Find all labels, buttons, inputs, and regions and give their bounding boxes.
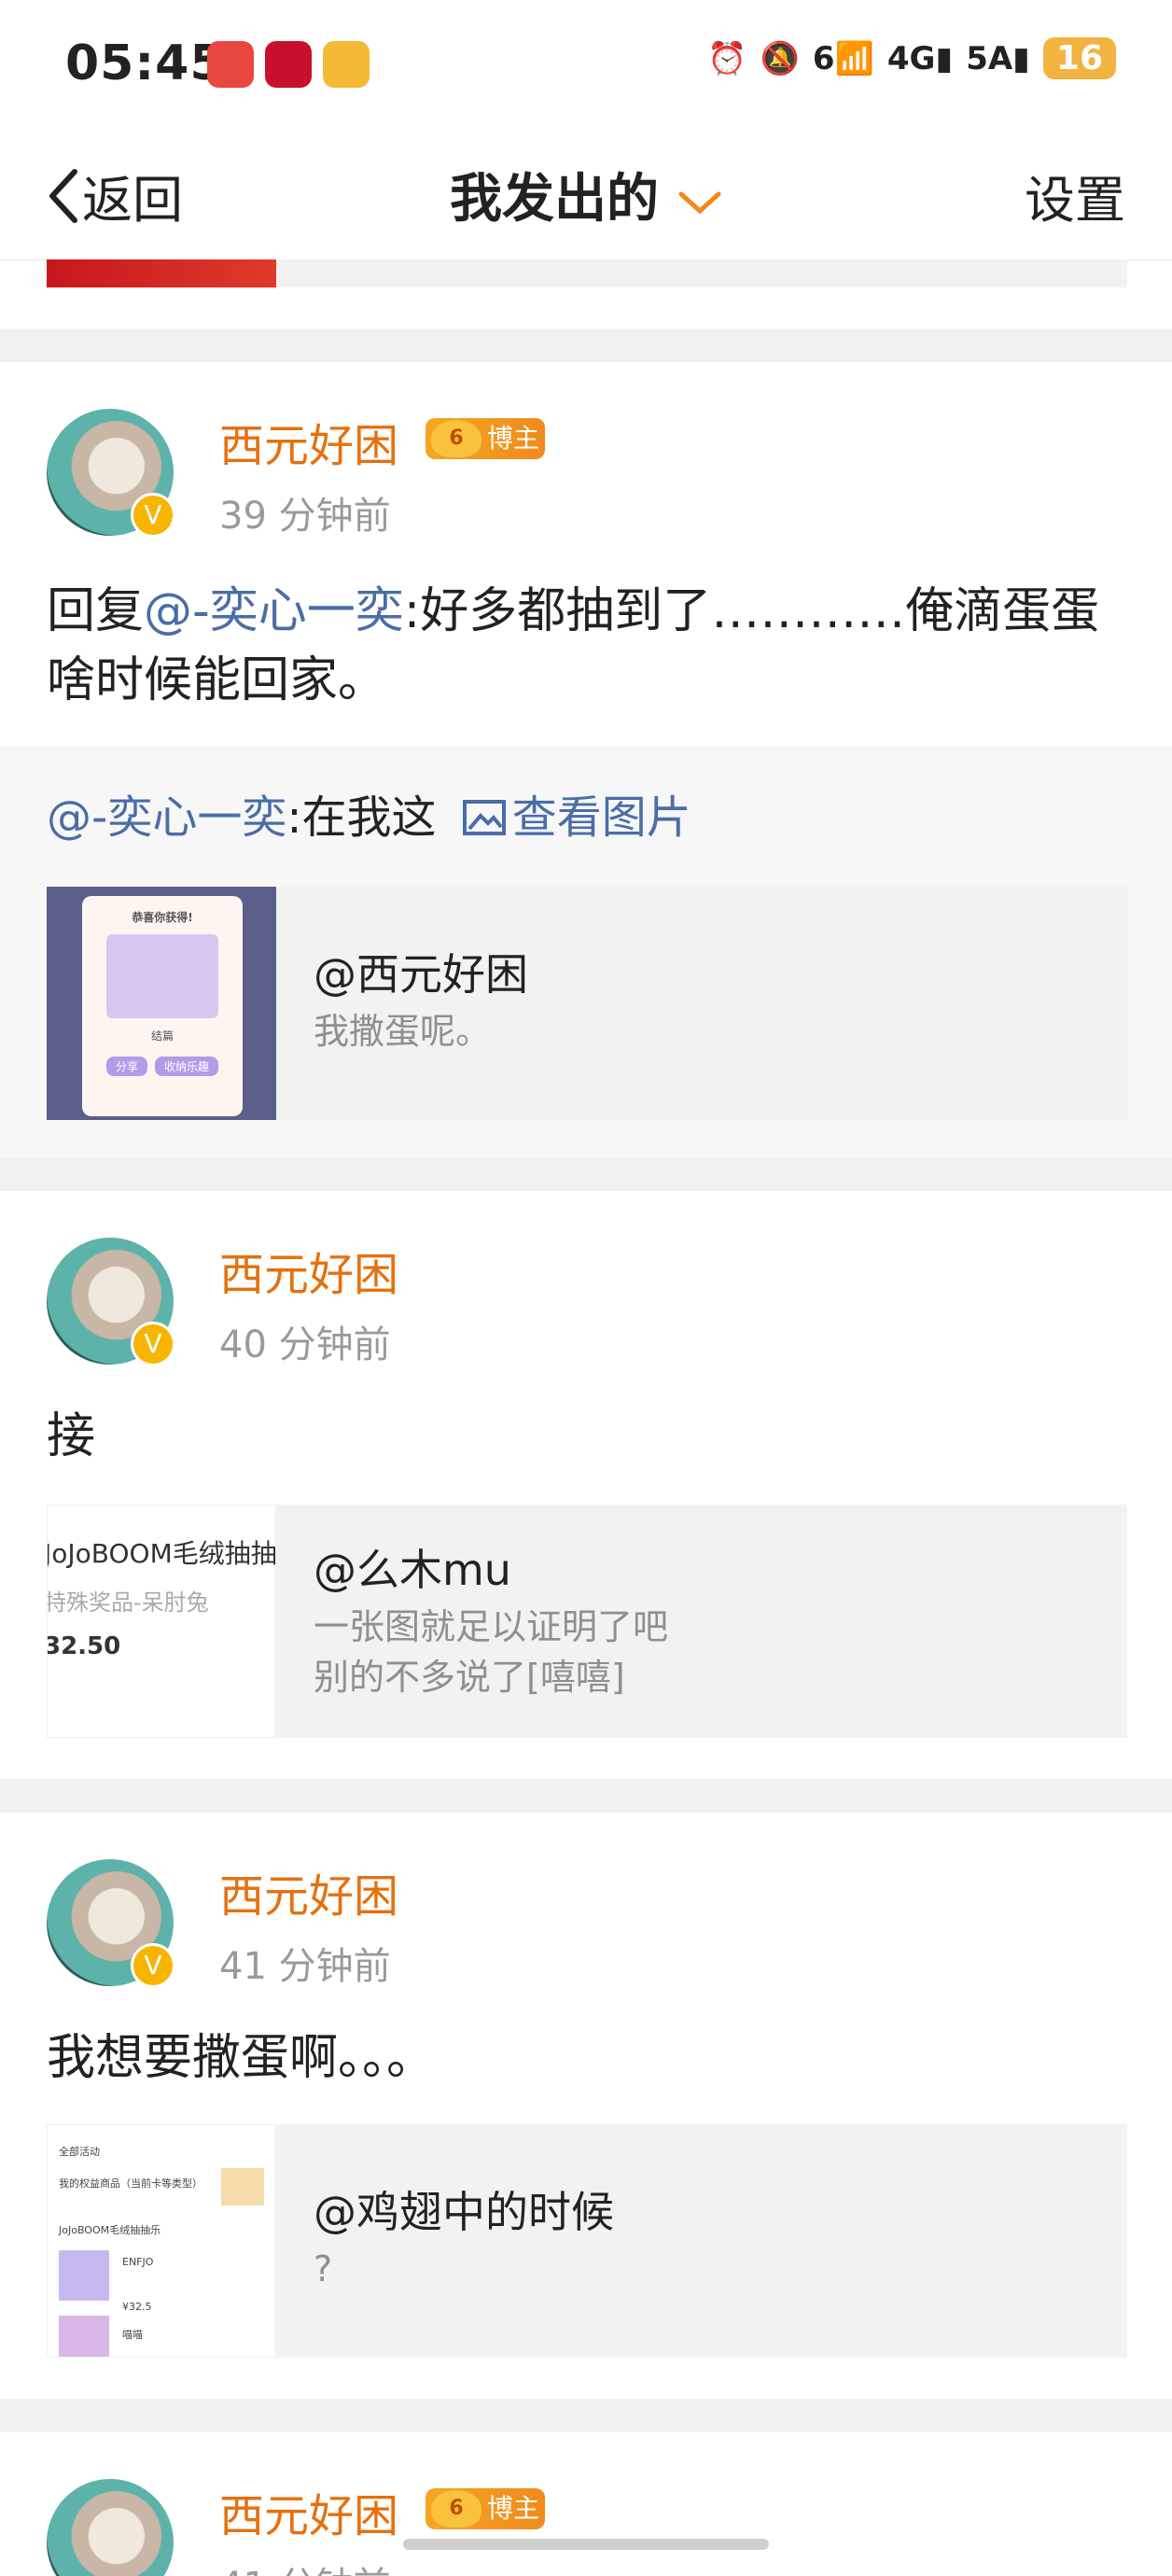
original-post-card[interactable]: JoJoBOOM毛绒抽抽 特殊奖品-呆肘兔 32.50 @么木mu 一张图就足以… [47,1505,1127,1738]
image-icon [462,800,506,835]
mute-icon: 🔕 [760,39,800,77]
verified-badge-icon: V [131,1322,175,1366]
blogger-badge: 6 博主 [426,418,545,459]
post-time: 39 分钟前 [219,495,391,538]
page-title-dropdown[interactable]: 我发出的 [0,157,1172,232]
view-image-link[interactable]: 查看图片 [451,791,691,844]
original-post-card[interactable]: 全部活动 我的权益商品（当前卡等类型） JoJoBOOM毛绒抽抽乐 ENFJO … [47,2124,1127,2358]
original-post-card[interactable]: 恭喜你获得! 结篇 分享 收纳乐趣 @西元好困 我撒蛋呢。 [47,887,1127,1120]
verified-badge-icon: V [131,493,175,538]
status-indicators: ⏰ 🔕 6📶 4G▮ 5A▮ 16 [707,37,1116,79]
bank-app-icon [265,41,312,88]
quote-line: @-奕心一奕:在我这 查看图片 [47,791,691,844]
post-time: 41 分钟前 [219,1945,391,1988]
post-time: 40 分钟前 [219,1323,391,1366]
card-summary-line-2: 别的不多说了[嘻嘻] [314,1657,625,1698]
post-divider [0,1157,1172,1191]
page-title: 我发出的 [450,169,659,230]
crown-icon: 6 [431,2490,481,2527]
signal-4g-icon: 4G▮ [886,39,954,77]
mention-link[interactable]: @-奕心一奕 [144,583,404,639]
app-notification-icon [207,41,254,88]
status-time: 05:45 [65,35,225,91]
top-nav-bar: 返回 我发出的 设置 [0,131,1172,260]
post-item[interactable]: 西元好困 6博主 41 分钟前 [0,2432,1172,2576]
card-summary-line-1: 一张图就足以证明了吧 [314,1606,669,1647]
post-divider [0,1779,1172,1813]
username[interactable]: 西元好困 [219,409,398,474]
previous-post-thumbnail [47,259,276,287]
card-author: @西元好困 [314,949,528,1000]
post-thumbnail: 全部活动 我的权益商品（当前卡等类型） JoJoBOOM毛绒抽抽乐 ENFJO … [47,2124,276,2358]
avatar[interactable] [47,2479,174,2576]
post-item[interactable]: V 西元好困 6 博主 39 分钟前 回复@-奕心一奕:好多都抽到了…………俺滴蛋… [0,362,1172,1165]
home-indicator[interactable] [403,2539,769,2550]
username[interactable]: 西元好困 [219,1859,398,1925]
blogger-badge: 6 博主 [426,2488,545,2529]
quoted-comment[interactable]: @-奕心一奕:在我这 查看图片 恭喜你获得! 结篇 分享 收纳乐趣 @西元好困 … [0,747,1172,1165]
quote-mention-link[interactable]: @-奕心一奕 [47,791,286,844]
username[interactable]: 西元好困 [219,1238,398,1303]
post-text: 我想要撒蛋啊。。。 [47,2030,436,2086]
crown-icon: 6 [431,420,481,457]
battery-indicator: 16 [1042,37,1116,79]
chevron-down-icon [678,191,721,215]
post-item[interactable]: V 西元好困 41 分钟前 我想要撒蛋啊。。。 全部活动 我的权益商品（当前卡等… [0,1813,1172,2391]
signal-5a-icon: 5A▮ [966,39,1030,77]
alarm-icon: ⏰ [707,39,747,77]
post-time: 41 分钟前 [219,2555,391,2576]
post-divider [0,2399,1172,2432]
thumbnail-popup: 恭喜你获得! 结篇 分享 收纳乐趣 [82,896,243,1116]
post-thumbnail: JoJoBOOM毛绒抽抽 特殊奖品-呆肘兔 32.50 [47,1505,276,1738]
post-item[interactable]: V 西元好困 40 分钟前 接 JoJoBOOM毛绒抽抽 特殊奖品-呆肘兔 32… [0,1191,1172,1779]
settings-button[interactable]: 设置 [1025,159,1125,232]
post-divider [0,329,1172,362]
weibo-icon [323,41,370,88]
post-text: 接 [47,1408,96,1464]
post-text: 回复@-奕心一奕:好多都抽到了…………俺滴蛋蛋啥时候能回家。 [47,583,1100,708]
card-summary: 我撒蛋呢。 [314,1011,492,1052]
card-author: @鸡翅中的时候 [314,2187,614,2237]
previous-post-card[interactable] [47,259,1127,287]
card-author: @么木mu [314,1545,511,1595]
post-thumbnail: 恭喜你获得! 结篇 分享 收纳乐趣 [47,887,276,1120]
username[interactable]: 西元好困 [219,2479,398,2544]
status-bar: 05:45 ⏰ 🔕 6📶 4G▮ 5A▮ 16 [0,0,1172,131]
wifi-icon: 6📶 [812,39,874,77]
verified-badge-icon: V [131,1943,175,1988]
card-summary: ? [314,2248,333,2289]
